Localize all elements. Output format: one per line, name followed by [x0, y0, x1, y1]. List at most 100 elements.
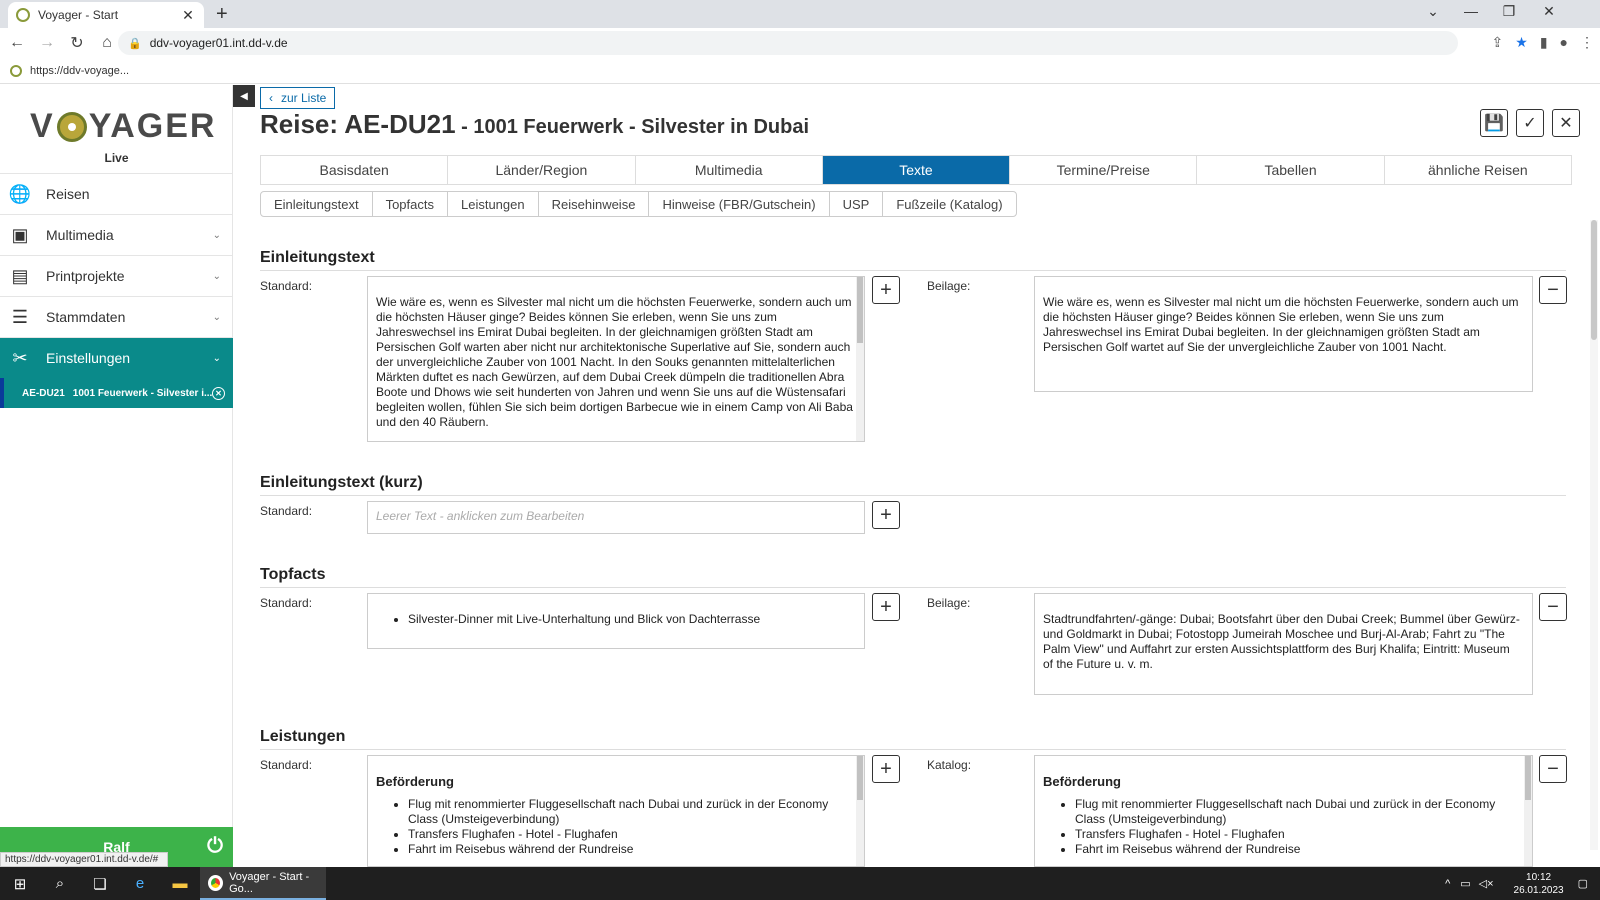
site-icon — [10, 64, 22, 77]
tray-chevron-icon[interactable]: ^ — [1445, 878, 1450, 890]
chevron-left-icon: ‹ — [269, 91, 273, 105]
info-url[interactable]: https://ddv-voyage... — [30, 65, 129, 77]
leistungen-heading: Beförderung — [376, 774, 454, 789]
profile-icon[interactable]: ● — [1560, 34, 1568, 51]
sidebar-item-reisen[interactable]: 🌐 Reisen — [0, 173, 233, 214]
remove-button[interactable]: − — [1539, 593, 1567, 621]
sidebar-item-label: Multimedia — [46, 227, 114, 243]
close-tab-icon[interactable]: ✕ — [180, 7, 196, 24]
remove-button[interactable]: − — [1539, 276, 1567, 304]
subtab-fusszeile[interactable]: Fußzeile (Katalog) — [883, 192, 1015, 216]
scrollbar[interactable] — [856, 756, 864, 866]
sub-tabs: Einleitungstext Topfacts Leistungen Reis… — [260, 191, 1017, 217]
sidebar-item-einstellungen[interactable]: ✂ Einstellungen ⌄ — [0, 337, 233, 378]
home-icon[interactable]: ⌂ — [94, 34, 120, 52]
volume-icon[interactable]: ◁× — [1479, 877, 1494, 890]
einleitung-standard-text[interactable]: Wie wäre es, wenn es Silvester mal nicht… — [367, 276, 865, 442]
list-item: Transfers Flughafen - Hotel - Flughafen — [408, 827, 854, 842]
sidebar-item-label: Einstellungen — [46, 350, 131, 366]
share-icon[interactable]: ⇪ — [1492, 34, 1504, 51]
sidebar-item-multimedia[interactable]: ▣ Multimedia ⌄ — [0, 214, 233, 255]
tab-laender-region[interactable]: Länder/Region — [448, 156, 636, 184]
open-record-item[interactable]: AE-DU21 1001 Feuerwerk - Silvester i... … — [0, 378, 233, 408]
einleitung-beilage-text[interactable]: Wie wäre es, wenn es Silvester mal nicht… — [1034, 276, 1533, 392]
remove-button[interactable]: − — [1539, 755, 1567, 783]
main-tabs: Basisdaten Länder/Region Multimedia Text… — [260, 155, 1572, 185]
leistungen-standard-text[interactable]: Beförderung Flug mit renommierter Flugge… — [367, 755, 865, 867]
beilage-label: Beilage: — [927, 279, 971, 293]
back-icon[interactable]: ← — [4, 34, 30, 52]
task-view-icon[interactable]: ❏ — [80, 867, 120, 900]
confirm-button[interactable]: ✓ — [1516, 109, 1544, 137]
subtab-reisehinweise[interactable]: Reisehinweise — [539, 192, 650, 216]
browser-tab[interactable]: Voyager - Start ✕ — [8, 2, 204, 28]
chevron-down-icon: ⌄ — [212, 311, 221, 323]
kurz-standard-input[interactable]: Leerer Text - anklicken zum Bearbeiten — [367, 501, 865, 534]
scrollbar[interactable] — [1524, 756, 1532, 866]
close-window-icon[interactable]: ✕ — [1534, 3, 1564, 20]
tab-tabellen[interactable]: Tabellen — [1197, 156, 1385, 184]
info-bar: https://ddv-voyage... — [0, 58, 1600, 84]
back-to-list-button[interactable]: ‹ zur Liste — [260, 87, 336, 109]
power-icon[interactable]: ⏻ — [207, 835, 223, 858]
sidebar-item-label: Stammdaten — [46, 309, 126, 325]
folder-icon[interactable]: ▬ — [160, 867, 200, 900]
star-icon[interactable]: ★ — [1515, 34, 1528, 51]
book-icon: ▤ — [11, 265, 29, 286]
url-input[interactable]: 🔒 ddv-voyager01.int.dd-v.de — [118, 31, 1458, 55]
reload-icon[interactable]: ↻ — [64, 33, 90, 53]
save-button[interactable]: 💾 — [1480, 109, 1508, 137]
sidebar-item-stammdaten[interactable]: ☰ Stammdaten ⌄ — [0, 296, 233, 337]
subtab-leistungen[interactable]: Leistungen — [448, 192, 539, 216]
forward-icon[interactable]: → — [34, 34, 60, 52]
clock[interactable]: 10:12 26.01.2023 — [1514, 871, 1564, 897]
sidebar-item-printprojekte[interactable]: ▤ Printprojekte ⌄ — [0, 255, 233, 296]
notification-icon[interactable]: ▢ — [1578, 877, 1588, 890]
chrome-icon — [208, 874, 224, 891]
add-button[interactable]: + — [872, 276, 900, 304]
search-icon[interactable]: ⌕ — [40, 867, 80, 900]
standard-label: Standard: — [260, 504, 313, 518]
standard-label: Standard: — [260, 279, 313, 293]
page-title-main: Reise: AE-DU21 — [260, 109, 456, 139]
taskbar-app-chrome[interactable]: Voyager - Start - Go... — [200, 867, 326, 900]
tab-aehnliche-reisen[interactable]: ähnliche Reisen — [1385, 156, 1571, 184]
minimize-icon[interactable]: — — [1456, 3, 1486, 19]
page-scrollbar[interactable] — [1590, 220, 1598, 850]
clock-time: 10:12 — [1526, 871, 1552, 883]
new-tab-icon[interactable]: + — [216, 3, 228, 26]
subtab-hinweise[interactable]: Hinweise (FBR/Gutschein) — [649, 192, 830, 216]
subtab-usp[interactable]: USP — [830, 192, 884, 216]
tab-multimedia[interactable]: Multimedia — [636, 156, 823, 184]
menu-dots-icon[interactable]: ⋮ — [1580, 34, 1594, 51]
network-icon[interactable]: ▭ — [1460, 877, 1470, 890]
list-item: Fahrt im Reisebus während der Rundreise — [1075, 842, 1522, 857]
leistungen-katalog-text[interactable]: Beförderung Flug mit renommierter Flugge… — [1034, 755, 1533, 867]
section-title-topfacts: Topfacts — [260, 566, 1566, 588]
tab-texte[interactable]: Texte — [822, 156, 1011, 184]
list-item: Silvester-Dinner mit Live-Unterhaltung u… — [408, 612, 854, 627]
topfacts-standard-text[interactable]: Silvester-Dinner mit Live-Unterhaltung u… — [367, 593, 865, 649]
images-icon: ▣ — [11, 224, 29, 245]
tab-basisdaten[interactable]: Basisdaten — [261, 156, 449, 184]
restore-icon[interactable]: ❐ — [1494, 3, 1524, 20]
scrollbar[interactable] — [856, 277, 864, 441]
add-button[interactable]: + — [872, 593, 900, 621]
collapse-sidebar-button[interactable]: ◀ — [233, 85, 255, 107]
close-record-icon[interactable]: ✕ — [212, 386, 225, 400]
subtab-einleitungstext[interactable]: Einleitungstext — [261, 192, 373, 216]
tab-termine-preise[interactable]: Termine/Preise — [1010, 156, 1198, 184]
favicon-icon — [16, 8, 30, 22]
add-button[interactable]: + — [872, 501, 900, 529]
compass-icon — [56, 111, 87, 142]
close-button[interactable]: ✕ — [1552, 109, 1580, 137]
edge-icon[interactable]: e — [120, 867, 160, 900]
list-item: Flug mit renommierter Fluggesellschaft n… — [408, 797, 854, 827]
status-url: https://ddv-voyager01.int.dd-v.de/# — [0, 852, 168, 867]
add-button[interactable]: + — [872, 755, 900, 783]
subtab-topfacts[interactable]: Topfacts — [373, 192, 448, 216]
topfacts-beilage-text[interactable]: Stadtrundfahrten/-gänge: Dubai; Bootsfah… — [1034, 593, 1533, 695]
tab-search-icon[interactable]: ⌄ — [1418, 3, 1448, 20]
sidepanel-icon[interactable]: ▮ — [1540, 34, 1548, 51]
windows-start-icon[interactable]: ⊞ — [0, 867, 40, 900]
